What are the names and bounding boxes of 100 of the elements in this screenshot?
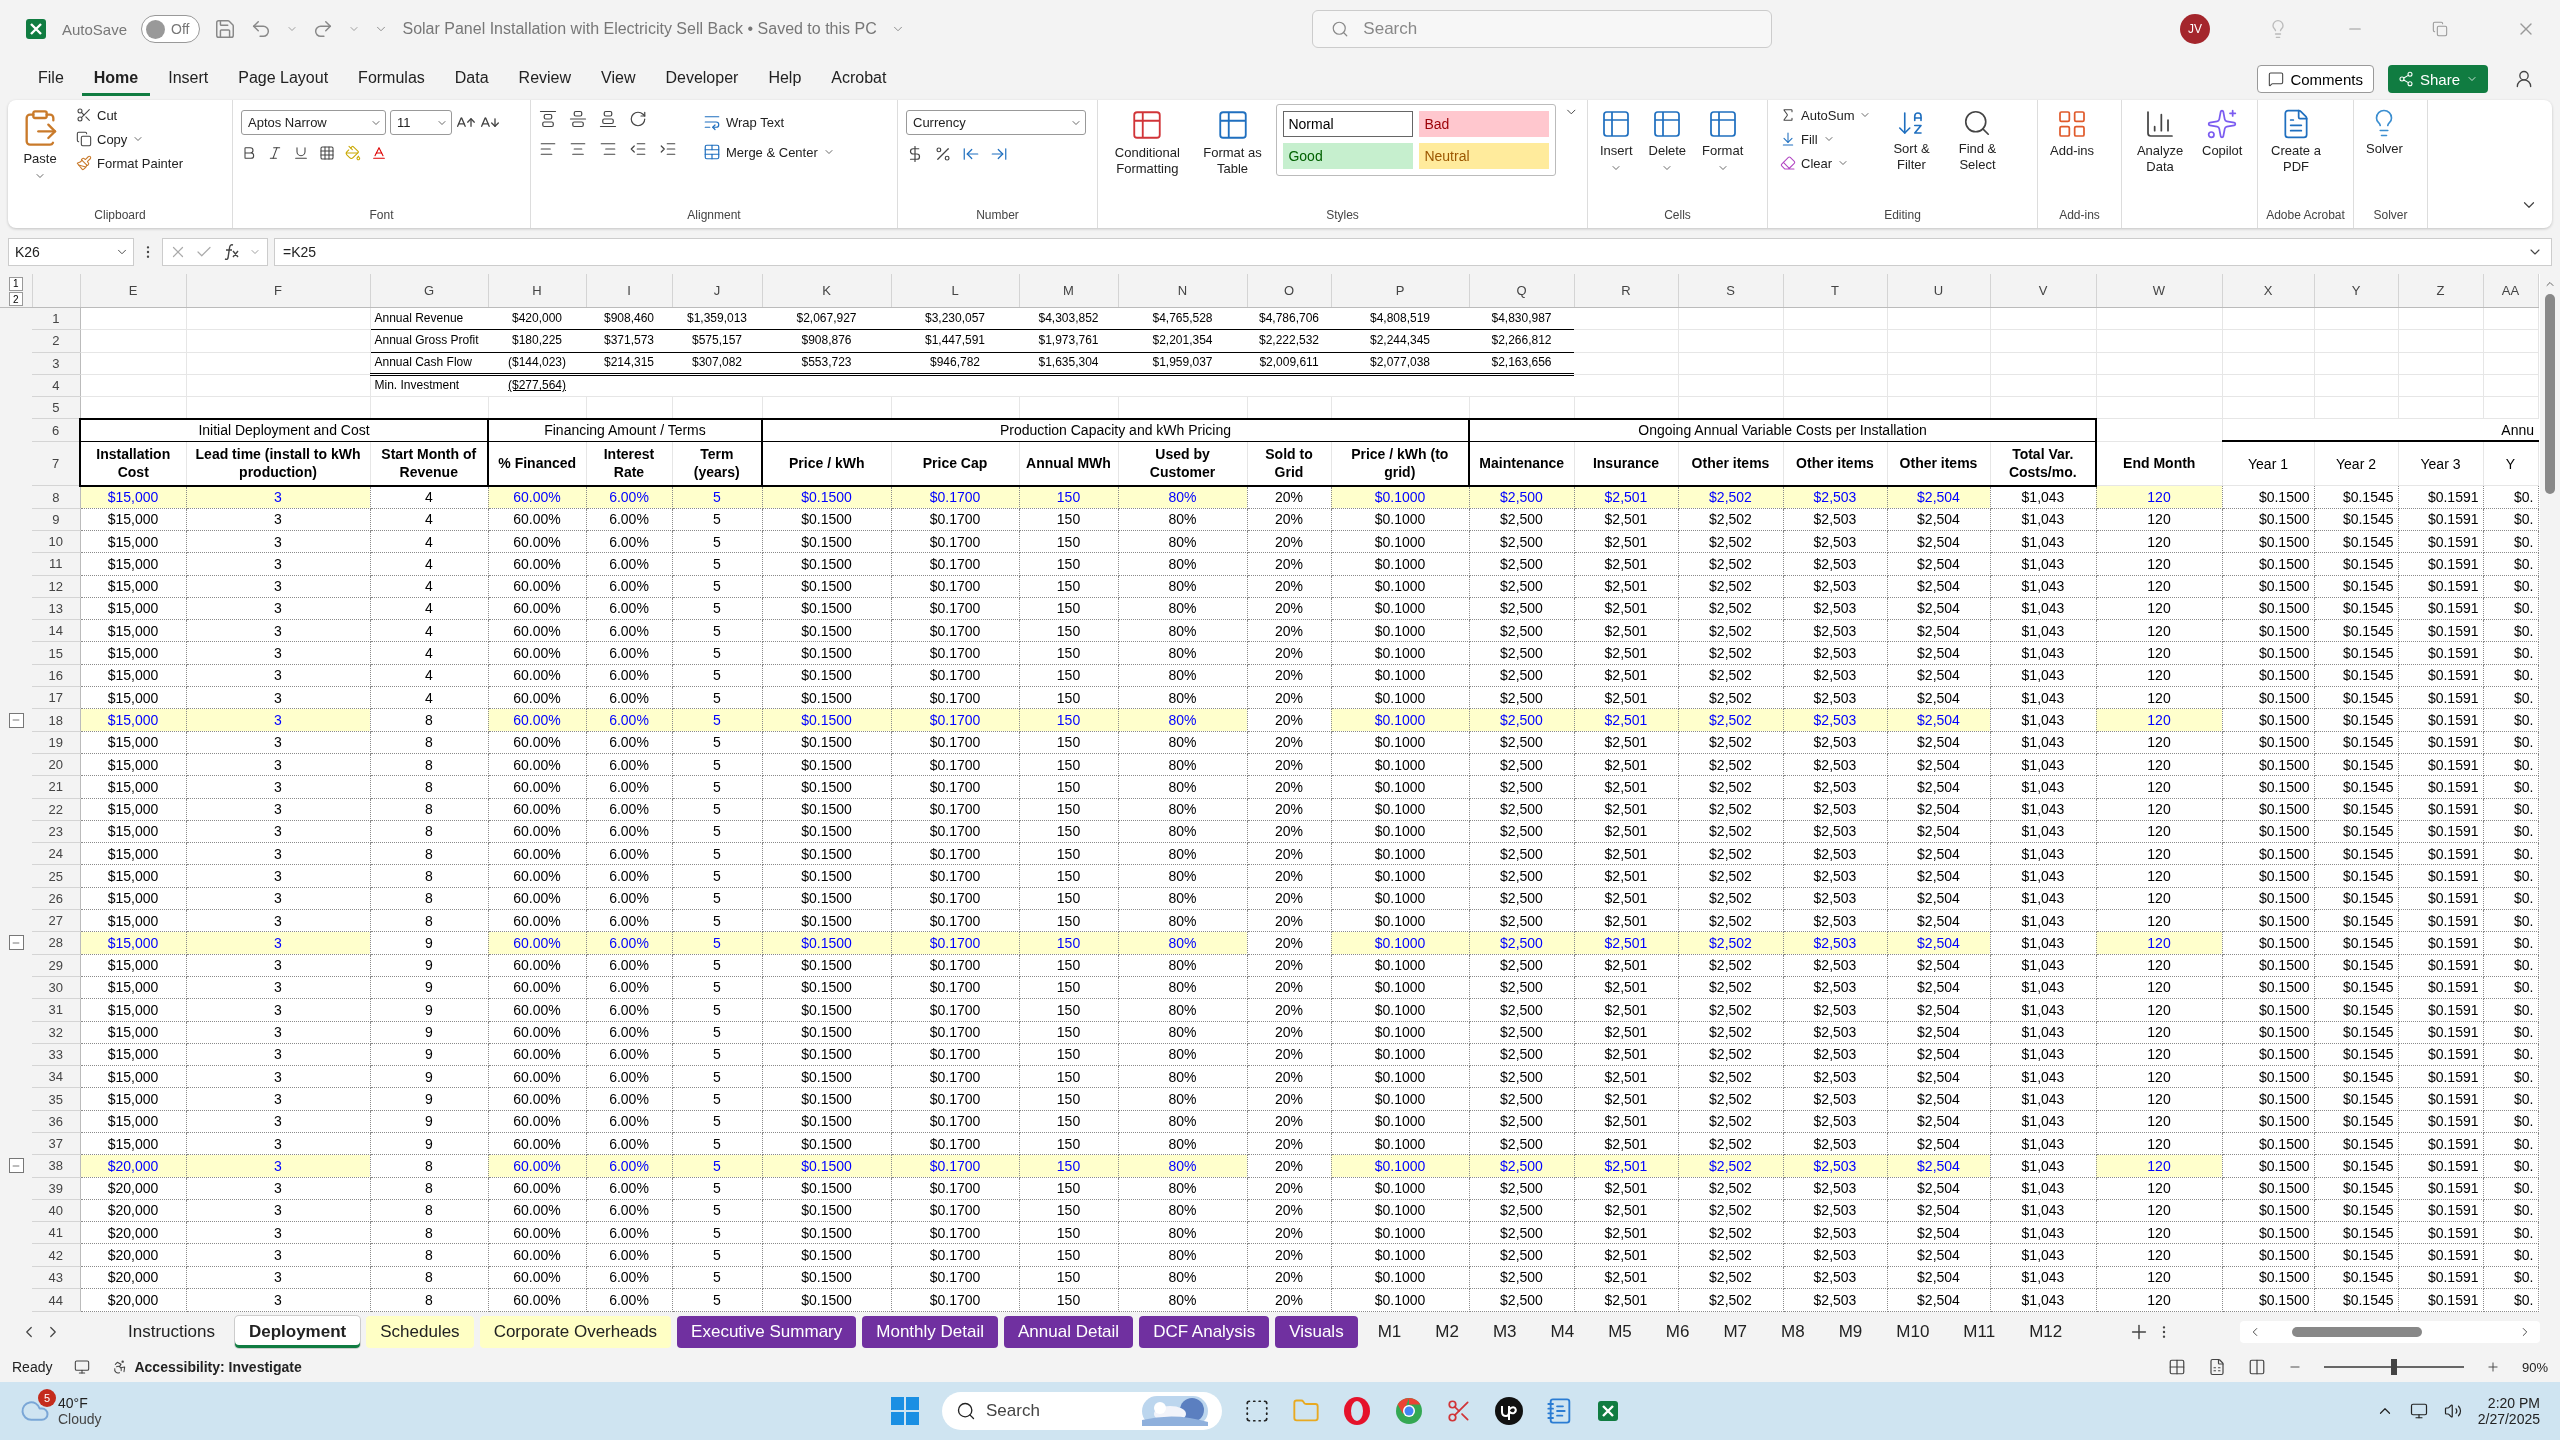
menu-tab[interactable]: File — [26, 62, 76, 96]
solver-button[interactable]: Solver — [2362, 104, 2407, 162]
sheet-tab[interactable]: Corporate Overheads — [479, 1316, 672, 1348]
font-size-field[interactable]: 11 — [390, 110, 452, 135]
decrease-decimal-icon[interactable] — [990, 145, 1008, 163]
cell-style-swatch[interactable]: Neutral — [1419, 143, 1550, 169]
scrollbar-thumb[interactable] — [2545, 294, 2555, 494]
copy-button[interactable]: Copy — [72, 128, 187, 150]
find-select-button[interactable]: Find & Select — [1947, 104, 2008, 178]
collapse-button[interactable] — [8, 935, 24, 951]
sheet-tab[interactable]: Visuals — [1275, 1316, 1358, 1348]
sheet-tab[interactable]: M5 — [1594, 1316, 1646, 1348]
borders-icon[interactable] — [319, 145, 335, 161]
column-header[interactable]: W — [2096, 274, 2222, 308]
sheet-tab[interactable]: M12 — [2015, 1316, 2077, 1348]
increase-indent-icon[interactable] — [659, 140, 677, 158]
format-as-table-button[interactable]: Format as Table — [1196, 104, 1269, 182]
menu-tab[interactable]: Insert — [156, 62, 221, 96]
format-painter-button[interactable]: Format Painter — [72, 152, 187, 174]
column-header[interactable]: T — [1783, 274, 1887, 308]
column-header[interactable]: J — [672, 274, 762, 308]
align-bottom-icon[interactable] — [599, 110, 617, 128]
copilot-button[interactable]: Copilot — [2198, 104, 2247, 164]
cell-style-swatch[interactable]: Bad — [1419, 111, 1550, 137]
font-color-icon[interactable] — [371, 145, 387, 161]
sheet-tab[interactable]: Annual Detail — [1004, 1316, 1134, 1348]
formula-field[interactable]: =K25 — [274, 238, 2552, 266]
share-button[interactable]: Share — [2387, 65, 2488, 93]
sheet-tab[interactable]: Schedules — [366, 1316, 474, 1348]
column-header[interactable]: V — [1990, 274, 2096, 308]
normal-view-icon[interactable] — [2167, 1358, 2186, 1376]
user-avatar[interactable]: JV — [2180, 14, 2210, 44]
column-header[interactable]: G — [370, 274, 488, 308]
percent-icon[interactable] — [934, 145, 952, 163]
menu-tab[interactable]: Acrobat — [819, 62, 899, 96]
column-header[interactable]: P — [1331, 274, 1469, 308]
autosum-button[interactable]: AutoSum — [1776, 104, 1876, 126]
horizontal-scrollbar[interactable] — [2240, 1321, 2540, 1343]
column-header[interactable]: N — [1118, 274, 1247, 308]
wrap-text-button[interactable]: Wrap Text — [699, 110, 839, 134]
cell-style-swatch[interactable]: Normal — [1283, 111, 1414, 137]
sheet-tab[interactable]: M3 — [1478, 1316, 1531, 1348]
sheet-tab[interactable]: M4 — [1536, 1316, 1589, 1348]
column-header[interactable]: U — [1887, 274, 1990, 308]
opera-browser-icon[interactable] — [1342, 1396, 1372, 1426]
cells-button[interactable]: Insert — [1596, 104, 1637, 179]
sheet-tab[interactable]: Instructions — [114, 1316, 229, 1348]
create-pdf-button[interactable]: Create a PDF — [2266, 104, 2326, 180]
save-icon[interactable] — [214, 18, 237, 40]
orientation-icon[interactable] — [629, 110, 647, 128]
collapse-button[interactable] — [8, 712, 24, 728]
menu-tab[interactable]: Help — [756, 62, 814, 96]
cells-button[interactable]: Delete — [1644, 104, 1691, 179]
fill-color-icon[interactable] — [345, 145, 361, 161]
column-header[interactable]: AA — [2483, 274, 2538, 308]
column-header[interactable]: F — [186, 274, 370, 308]
upwork-app-icon[interactable] — [1494, 1396, 1524, 1426]
menu-tab[interactable]: Developer — [653, 62, 751, 96]
decrease-indent-icon[interactable] — [629, 140, 647, 158]
zoom-slider-thumb[interactable] — [2390, 1359, 2397, 1375]
sheet-tab[interactable]: M11 — [1949, 1316, 2010, 1348]
column-header[interactable]: H — [488, 274, 586, 308]
column-header[interactable]: I — [586, 274, 672, 308]
page-layout-view-icon[interactable] — [2207, 1358, 2226, 1376]
menu-tab[interactable]: Home — [81, 62, 151, 96]
column-header[interactable]: M — [1019, 274, 1118, 308]
sheet-tab[interactable]: M9 — [1824, 1316, 1877, 1348]
column-header[interactable]: L — [891, 274, 1019, 308]
sheet-tab[interactable]: M1 — [1363, 1316, 1416, 1348]
scrollbar-thumb[interactable] — [2292, 1327, 2422, 1337]
column-header[interactable]: Z — [2398, 274, 2483, 308]
autosave-toggle[interactable]: Off — [141, 15, 201, 43]
network-icon[interactable] — [2409, 1402, 2428, 1420]
outline-level-button[interactable]: 1 — [8, 276, 23, 291]
sheet-tab[interactable]: Executive Summary — [677, 1316, 857, 1348]
column-header[interactable]: Q — [1469, 274, 1574, 308]
cut-button[interactable]: Cut — [72, 104, 187, 126]
sheet-tab[interactable]: Deployment — [234, 1316, 361, 1348]
align-middle-icon[interactable] — [569, 110, 587, 128]
add-ins-button[interactable]: Add-ins — [2046, 104, 2099, 164]
taskbar-search-field[interactable]: Search — [942, 1392, 1222, 1430]
clear-button[interactable]: Clear — [1776, 152, 1876, 174]
menu-tab[interactable]: Data — [442, 62, 501, 96]
column-header[interactable]: S — [1678, 274, 1783, 308]
cells-button[interactable]: Format — [1698, 104, 1748, 179]
page-break-view-icon[interactable] — [2247, 1358, 2266, 1376]
cell-style-swatch[interactable]: Good — [1283, 143, 1414, 169]
sheet-tab[interactable]: M10 — [1882, 1316, 1944, 1348]
number-format-field[interactable]: Currency — [906, 110, 1086, 135]
fill-button[interactable]: Fill — [1776, 128, 1876, 150]
outline-level-button[interactable]: 2 — [8, 292, 23, 306]
volume-icon[interactable] — [2443, 1402, 2462, 1420]
column-header[interactable]: E — [80, 274, 186, 308]
column-header[interactable]: K — [762, 274, 891, 308]
font-name-field[interactable]: Aptos Narrow — [241, 110, 386, 135]
align-right-icon[interactable] — [599, 140, 617, 158]
menu-tab[interactable]: Page Layout — [226, 62, 341, 96]
menu-tab[interactable]: Formulas — [346, 62, 437, 96]
align-left-icon[interactable] — [539, 140, 557, 158]
column-header[interactable]: Y — [2314, 274, 2398, 308]
